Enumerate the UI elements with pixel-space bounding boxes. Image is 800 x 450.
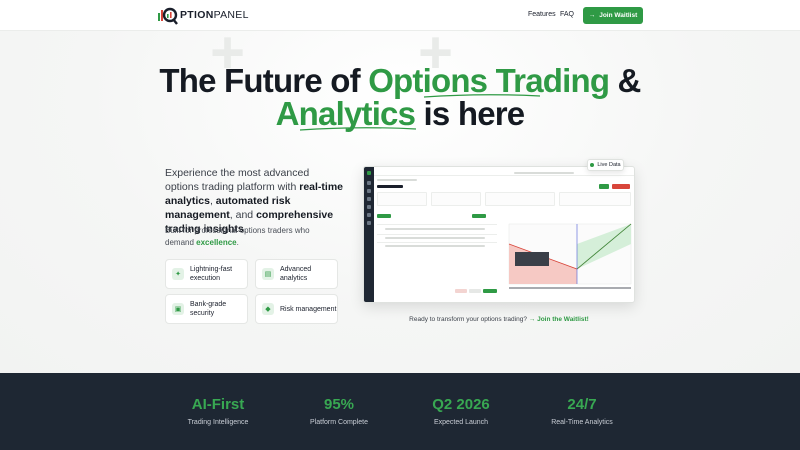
feature-card-analytics: ▤ Advanced analytics bbox=[255, 259, 338, 289]
hero-sub-text: Built for professional options traders w… bbox=[165, 226, 310, 247]
lock-icon: ▣ bbox=[172, 303, 184, 315]
live-data-badge: Live Data bbox=[587, 159, 624, 171]
nav-faq-link[interactable]: FAQ bbox=[560, 11, 574, 18]
site-header: PTIONPANEL Features FAQ → Join Waitlist bbox=[0, 0, 800, 31]
stat-expected-launch: Q2 2026 Expected Launch bbox=[432, 396, 490, 426]
join-waitlist-button[interactable]: → Join Waitlist bbox=[583, 7, 643, 24]
stats-band: AI-First Trading Intelligence 95% Platfo… bbox=[0, 373, 800, 450]
waitlist-cta: Ready to transform your options trading?… bbox=[409, 316, 589, 323]
preview-positions-table bbox=[377, 214, 497, 294]
logo-mark-icon bbox=[157, 5, 179, 25]
chart-icon: ▤ bbox=[262, 268, 274, 280]
feature-card-execution: ✦ Lightning-fast execution bbox=[165, 259, 248, 289]
feature-card-risk: ◆ Risk management bbox=[255, 294, 338, 324]
preview-payoff-chart bbox=[501, 214, 633, 294]
stat-realtime-analytics: 24/7 Real-Time Analytics bbox=[551, 396, 613, 426]
feature-card-security: ▣ Bank-grade security bbox=[165, 294, 248, 324]
join-waitlist-link[interactable]: → Join the Waitlist! bbox=[529, 316, 589, 323]
shield-icon: ◆ bbox=[262, 303, 274, 315]
nav-features-link[interactable]: Features bbox=[528, 11, 556, 18]
stat-platform-complete: 95% Platform Complete bbox=[310, 396, 368, 426]
stat-ai-first: AI-First Trading Intelligence bbox=[187, 396, 249, 426]
arrow-right-icon: → bbox=[528, 316, 536, 323]
title-underline-decor bbox=[299, 127, 417, 131]
arrow-right-icon: → bbox=[588, 12, 596, 19]
status-dot-icon bbox=[590, 163, 595, 167]
preview-sidebar bbox=[364, 167, 374, 302]
app-preview-screenshot bbox=[363, 166, 635, 303]
lightning-icon: ✦ bbox=[172, 268, 184, 280]
